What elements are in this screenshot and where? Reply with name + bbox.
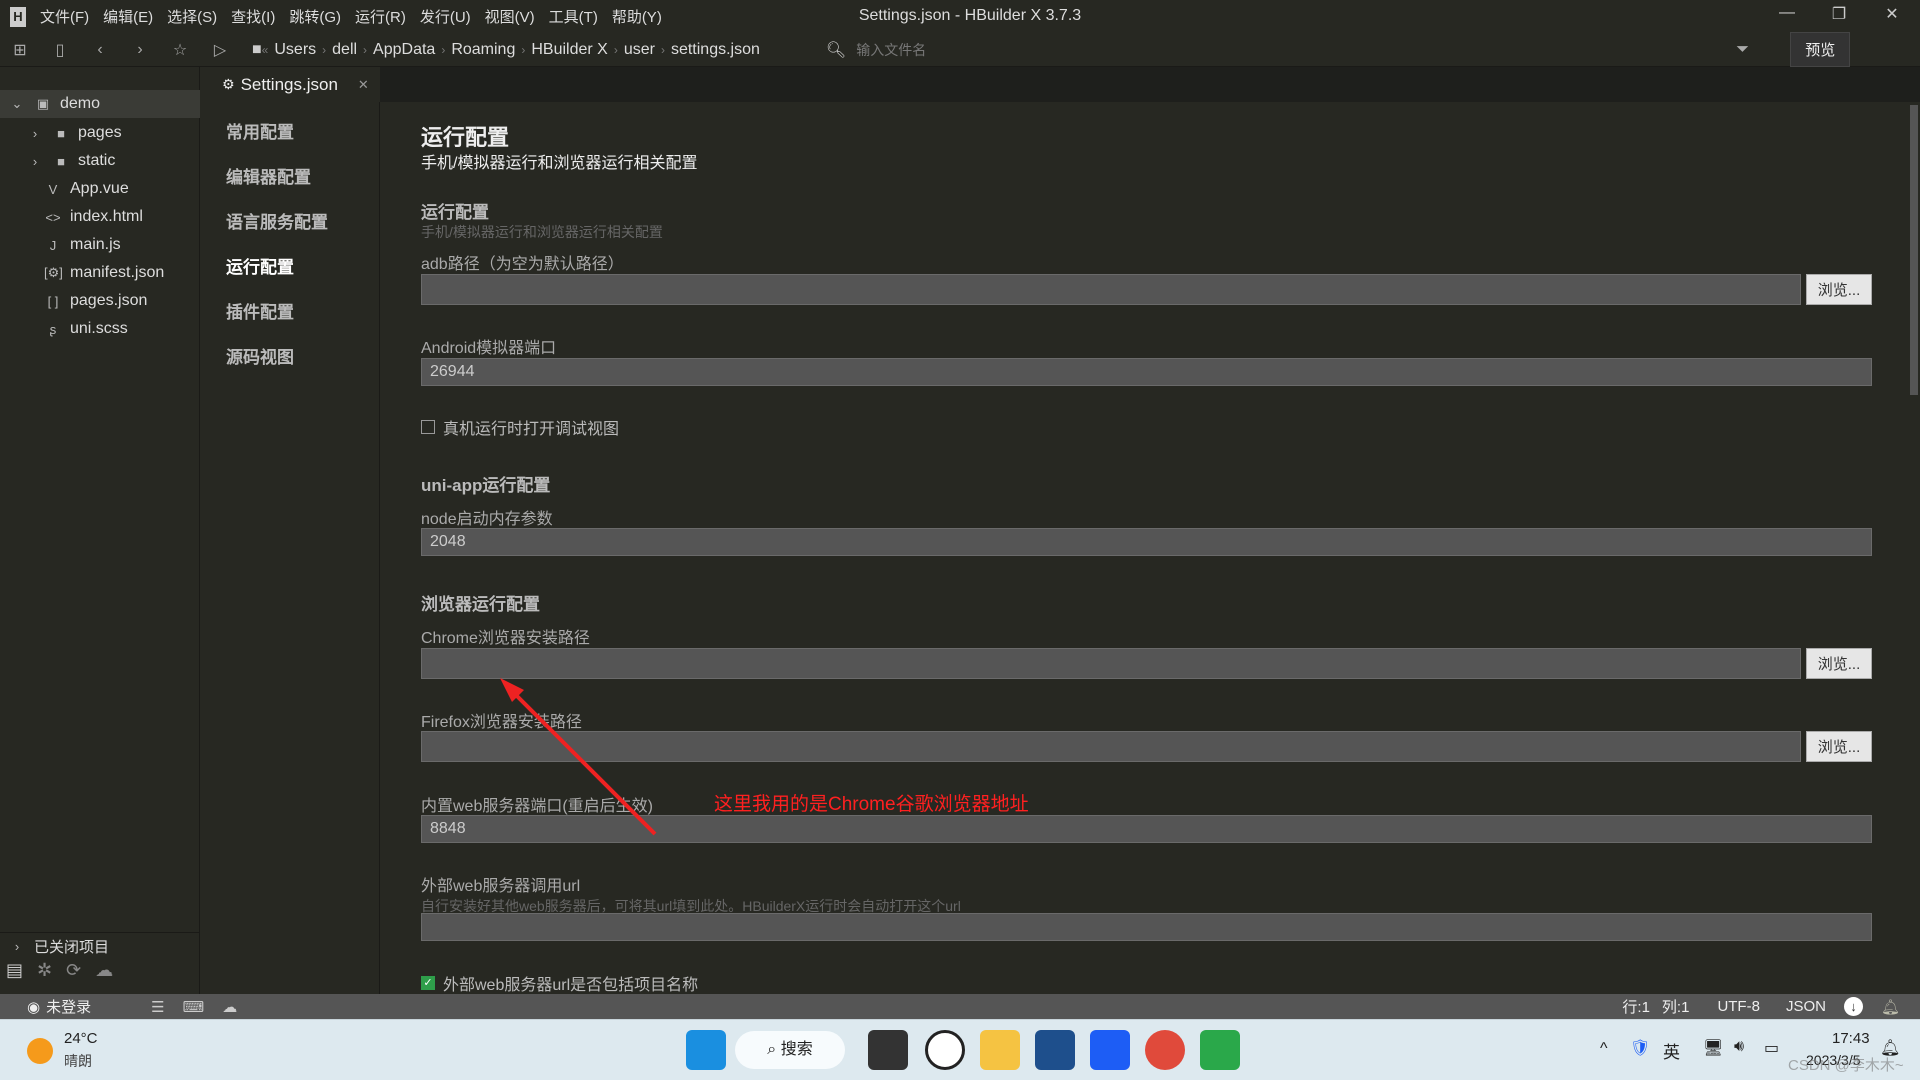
search-icon: ⌕ (767, 1041, 781, 1058)
tray-chevron-up-icon[interactable]: ^ (1600, 1040, 1608, 1058)
task-view-icon[interactable] (868, 1030, 908, 1070)
tray-shield-icon[interactable]: 🛡︎ (1630, 1038, 1650, 1058)
cursor-line[interactable]: 行:1 (1622, 996, 1650, 1017)
hbuilderx-taskbar-icon[interactable] (1200, 1030, 1240, 1070)
weather-sun-icon (27, 1038, 53, 1064)
login-status[interactable]: 未登录 (46, 996, 91, 1017)
notification-icon[interactable]: 🔔︎ (1880, 1038, 1900, 1058)
bell-icon[interactable]: 🔔︎ (1881, 998, 1900, 1016)
dell-icon[interactable] (925, 1030, 965, 1070)
volume-icon[interactable]: 🔊︎ (1734, 1038, 1744, 1056)
cursor-col[interactable]: 列:1 (1662, 996, 1690, 1017)
battery-icon[interactable]: ▭ (1764, 1038, 1779, 1058)
arrow-line (506, 685, 657, 836)
ms-store-icon[interactable] (1035, 1030, 1075, 1070)
ime-indicator[interactable]: 英 (1663, 1038, 1680, 1063)
user-icon: ◉ (27, 998, 41, 1016)
weather-temp[interactable]: 24°C (64, 1030, 98, 1047)
annotation-arrow (500, 678, 657, 836)
terminal-icon[interactable]: ⌨ (183, 998, 205, 1016)
chrome-icon[interactable] (1145, 1030, 1185, 1070)
download-icon[interactable]: ↓ (1843, 997, 1863, 1016)
file-explorer-icon[interactable] (980, 1030, 1020, 1070)
weather-desc[interactable]: 晴朗 (64, 1051, 92, 1071)
cloud-icon[interactable]: ☁ (222, 998, 237, 1016)
outline-icon[interactable]: ☰ (151, 998, 164, 1016)
encoding[interactable]: UTF-8 (1717, 998, 1760, 1015)
scrollbar[interactable] (1910, 105, 1918, 395)
tencent-manager-icon[interactable] (1090, 1030, 1130, 1070)
windows-start-icon[interactable] (686, 1030, 726, 1070)
clock-time[interactable]: 17:43 (1832, 1030, 1870, 1047)
network-icon[interactable]: 🖥︎ (1703, 1038, 1723, 1058)
language-mode[interactable]: JSON (1786, 998, 1826, 1015)
taskbar: 24°C 晴朗 ⌕ 搜索 ^ 🛡︎ 英 🖥︎ 🔊︎ ▭ 17:43 2023/3… (0, 1019, 1920, 1080)
status-bar: ◉ 未登录 ☰ ⌨ ☁ 行:1 列:1 UTF-8 JSON ↓ 🔔︎ (0, 994, 1920, 1019)
taskbar-search[interactable]: ⌕ 搜索 (735, 1031, 845, 1069)
